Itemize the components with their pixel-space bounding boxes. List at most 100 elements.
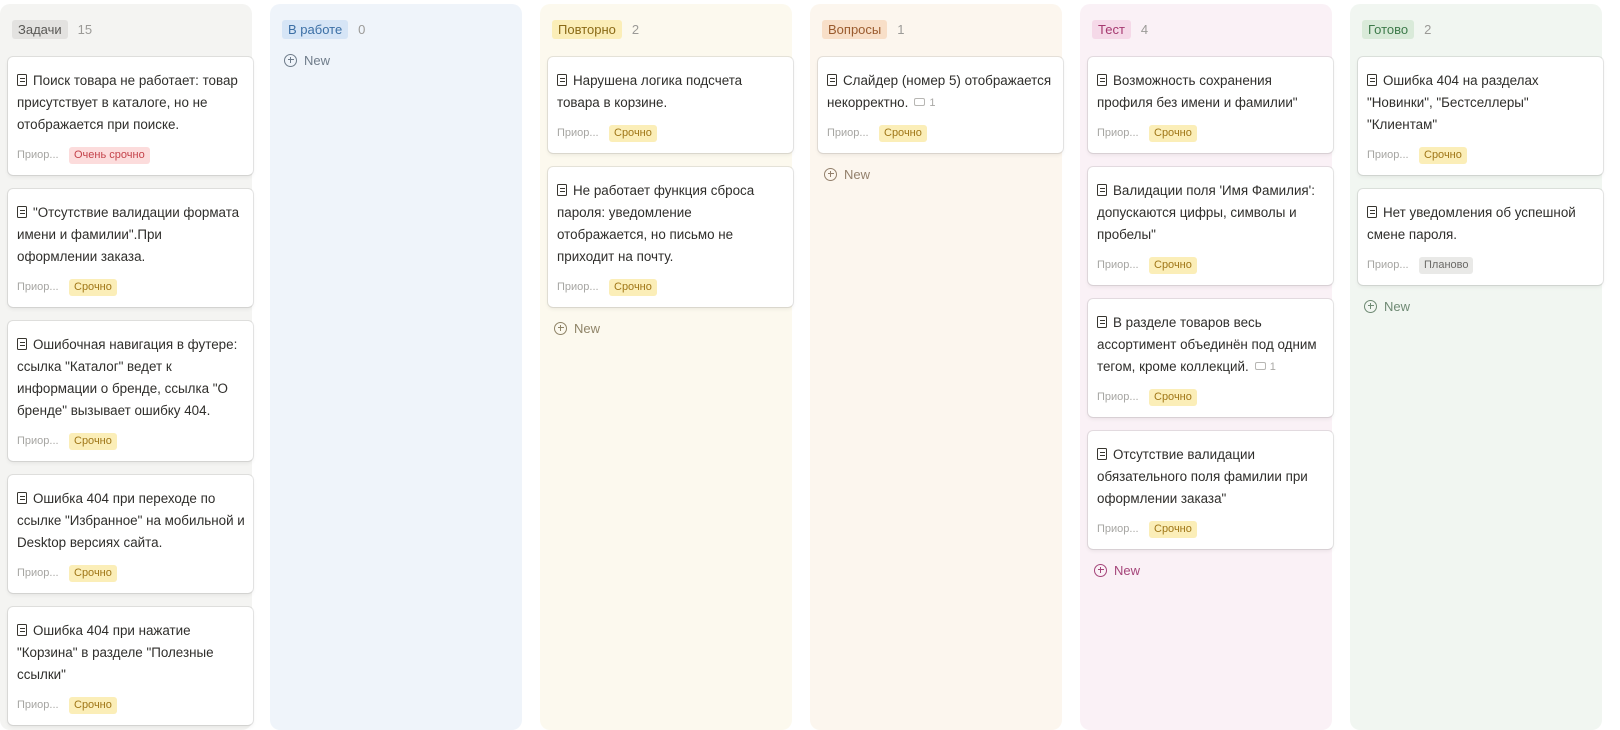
card-title: Ошибка 404 на разделах "Новинки", "Бестс…	[1367, 73, 1539, 132]
card[interactable]: "Отсутствие валидации формата имени и фа…	[8, 189, 253, 307]
page-icon	[17, 74, 27, 86]
new-label: New	[1384, 298, 1411, 314]
card[interactable]: Ошибка 404 на разделах "Новинки", "Бестс…	[1358, 57, 1603, 175]
column-header[interactable]: Готово 2	[1362, 17, 1594, 41]
page-icon	[1367, 74, 1377, 86]
page-icon	[1097, 74, 1107, 86]
card-title: Ошибка 404 при нажатие "Корзина" в разде…	[17, 623, 214, 682]
priority-tag: Срочно	[69, 432, 117, 450]
priority-tag: Очень срочно	[69, 146, 150, 164]
priority-label: Приор...	[1097, 523, 1139, 535]
new-label: New	[844, 166, 871, 182]
card[interactable]: Ошибка 404 при нажатие "Корзина" в разде…	[8, 607, 253, 725]
column-questions: Вопросы 1 Слайдер (номер 5) отображается…	[810, 4, 1063, 730]
column-todo: Задачи 15 Поиск товара не работает: това…	[0, 4, 253, 730]
card[interactable]: Возможность сохранения профиля без имени…	[1088, 57, 1333, 153]
card-title: Возможность сохранения профиля без имени…	[1097, 73, 1298, 110]
priority-tag: Срочно	[1419, 146, 1467, 164]
comment-count: 1	[1254, 356, 1276, 378]
column-retry: Повторно 2 Нарушена логика подсчета това…	[540, 4, 793, 730]
card-title: Отсутствие валидации обязательного поля …	[1097, 447, 1308, 506]
priority-label: Приор...	[1097, 259, 1139, 271]
column-header[interactable]: Задачи 15	[12, 17, 244, 41]
card[interactable]: Отсутствие валидации обязательного поля …	[1088, 431, 1333, 549]
page-icon	[17, 624, 27, 636]
card[interactable]: Поиск товара не работает: товар присутст…	[8, 57, 253, 175]
priority-label: Приор...	[1367, 259, 1409, 271]
column-count: 0	[358, 21, 366, 37]
priority-tag: Срочно	[1149, 520, 1197, 538]
priority-tag: Срочно	[879, 124, 927, 142]
priority-label: Приор...	[1097, 127, 1139, 139]
card-title: Ошибочная навигация в футере: ссылка "Ка…	[17, 337, 238, 418]
comment-count-value: 1	[929, 97, 936, 109]
priority-label: Приор...	[17, 281, 59, 293]
page-icon	[1097, 448, 1107, 460]
card-title: Ошибка 404 при переходе по ссылке "Избра…	[17, 491, 245, 550]
column-header[interactable]: Вопросы 1	[822, 17, 1054, 41]
column-title: Повторно	[552, 19, 622, 39]
card[interactable]: Не работает функция сброса пароля: уведо…	[548, 167, 793, 307]
plus-circle-icon	[1094, 563, 1107, 577]
page-icon	[827, 74, 837, 86]
column-header[interactable]: Тест 4	[1092, 17, 1324, 41]
card-title: Слайдер (номер 5) отображается некоррект…	[827, 73, 1052, 110]
priority-tag: Срочно	[69, 696, 117, 714]
comment-icon	[914, 98, 926, 106]
card[interactable]: Нарушена логика подсчета товара в корзин…	[548, 57, 793, 153]
comment-icon	[1254, 362, 1266, 370]
priority-label: Приор...	[17, 435, 59, 447]
new-label: New	[1114, 562, 1141, 578]
page-icon	[557, 74, 567, 86]
plus-circle-icon	[554, 321, 567, 335]
card[interactable]: В разделе товаров весь ассортимент объед…	[1088, 299, 1333, 417]
new-card-button[interactable]: New	[1364, 295, 1594, 317]
new-card-button[interactable]: New	[824, 163, 1054, 185]
card[interactable]: Нет уведомления об успешной смене пароля…	[1358, 189, 1603, 285]
column-test: Тест 4 Возможность сохранения профиля бе…	[1080, 4, 1333, 730]
page-icon	[1097, 184, 1107, 196]
plus-circle-icon	[824, 167, 837, 181]
card[interactable]: Валидации поля 'Имя Фамилия': допускаютс…	[1088, 167, 1333, 285]
priority-tag: Срочно	[69, 278, 117, 296]
page-icon	[557, 184, 567, 196]
priority-label: Приор...	[17, 699, 59, 711]
page-icon	[17, 492, 27, 504]
priority-tag: Срочно	[1149, 256, 1197, 274]
column-title: Вопросы	[822, 19, 888, 39]
card-title: Нарушена логика подсчета товара в корзин…	[557, 73, 743, 110]
priority-tag: Срочно	[1149, 388, 1197, 406]
new-label: New	[304, 52, 331, 68]
priority-tag: Срочно	[609, 124, 657, 142]
card[interactable]: Ошибка 404 при переходе по ссылке "Избра…	[8, 475, 253, 593]
priority-tag: Срочно	[69, 564, 117, 582]
new-card-button[interactable]: New	[1094, 559, 1324, 581]
new-card-button[interactable]: New	[554, 317, 784, 339]
priority-label: Приор...	[17, 567, 59, 579]
priority-label: Приор...	[827, 127, 869, 139]
column-title: Тест	[1092, 19, 1131, 39]
card-title: "Отсутствие валидации формата имени и фа…	[17, 205, 240, 264]
card[interactable]: Ошибочная навигация в футере: ссылка "Ка…	[8, 321, 253, 461]
card-title: Не работает функция сброса пароля: уведо…	[557, 183, 755, 264]
card-title: Нет уведомления об успешной смене пароля…	[1367, 205, 1576, 242]
plus-circle-icon	[1364, 299, 1377, 313]
column-count: 4	[1140, 21, 1149, 37]
priority-label: Приор...	[17, 149, 59, 161]
priority-tag: Срочно	[1149, 124, 1197, 142]
column-title: В работе	[282, 19, 349, 39]
priority-tag: Срочно	[609, 278, 657, 296]
priority-label: Приор...	[557, 281, 599, 293]
column-count: 15	[77, 21, 93, 37]
card[interactable]: Слайдер (номер 5) отображается некоррект…	[818, 57, 1063, 153]
new-card-button[interactable]: New	[284, 49, 514, 71]
comment-count-value: 1	[1269, 361, 1276, 373]
column-header[interactable]: В работе 0	[282, 17, 514, 41]
priority-label: Приор...	[557, 127, 599, 139]
priority-tag: Планово	[1419, 256, 1474, 274]
kanban-board: Задачи 15 Поиск товара не работает: това…	[0, 0, 1620, 730]
page-icon	[1097, 316, 1107, 328]
column-header[interactable]: Повторно 2	[552, 17, 784, 41]
card-title: В разделе товаров весь ассортимент объед…	[1097, 315, 1317, 374]
card-title: Поиск товара не работает: товар присутст…	[17, 73, 238, 132]
